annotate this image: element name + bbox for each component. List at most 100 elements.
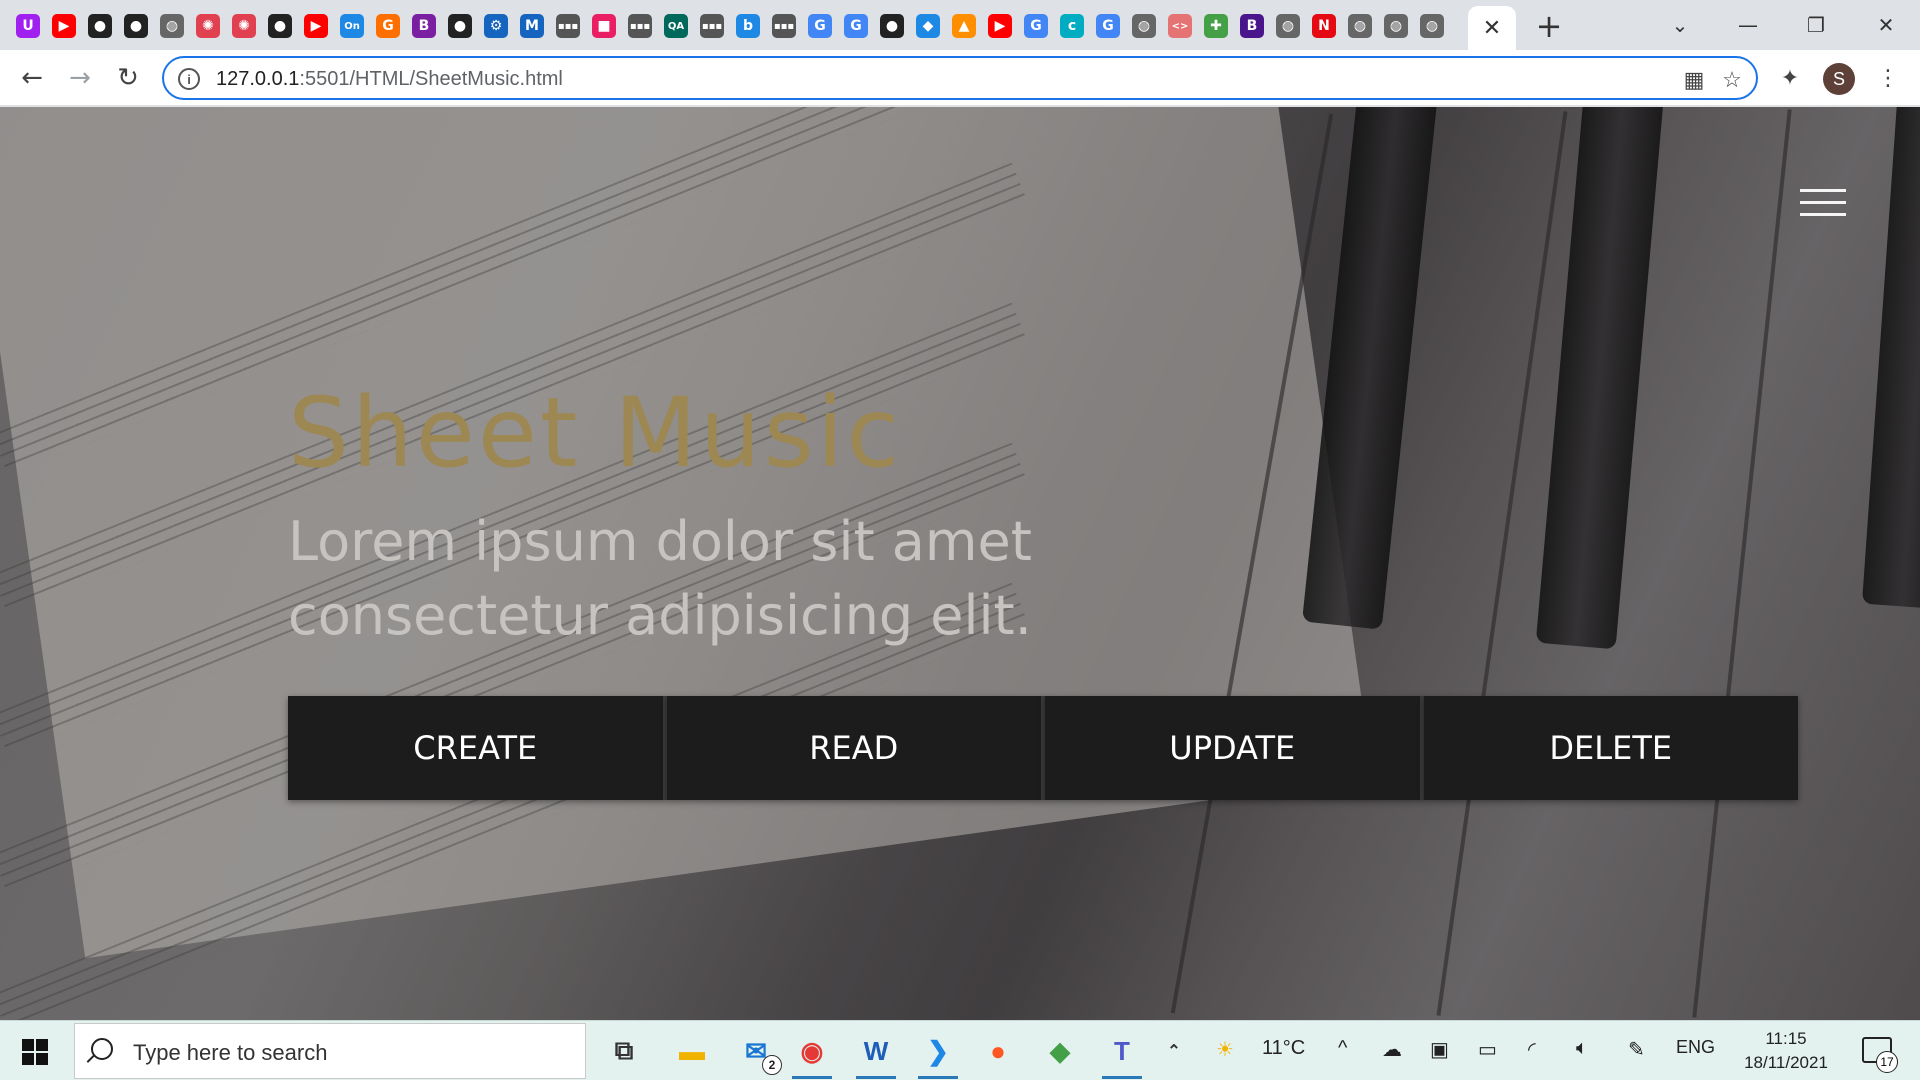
url-text[interactable]: 127.0.0.1:5501/HTML/SheetMusic.html xyxy=(216,68,563,91)
restore-button[interactable]: ❐ xyxy=(1796,8,1836,42)
grid-icon[interactable]: ▲ xyxy=(952,14,976,38)
ellipsis-icon[interactable]: ▪▪▪ xyxy=(772,14,796,38)
volume-icon[interactable]: 🔈︎ xyxy=(1576,1037,1588,1060)
piano-key-edge xyxy=(1692,109,1792,1018)
uipath-icon[interactable]: U xyxy=(16,14,40,38)
page-viewport: Sheet Music Lorem ipsum dolor sit amet c… xyxy=(0,107,1920,1020)
globe-icon[interactable]: ◍ xyxy=(1348,14,1372,38)
globe-icon[interactable]: ◍ xyxy=(1384,14,1408,38)
brave-icon[interactable]: ● xyxy=(974,1029,1022,1073)
new-tab-button[interactable]: + xyxy=(1532,7,1566,45)
bookmark-star-icon[interactable]: ☆ xyxy=(1718,66,1746,94)
github-icon[interactable]: ● xyxy=(448,14,472,38)
page-title: Sheet Music xyxy=(288,377,903,489)
netflix-icon[interactable]: N xyxy=(1312,14,1336,38)
apps-icon[interactable]: ✚ xyxy=(1204,14,1228,38)
search-icon xyxy=(91,1038,113,1060)
menu-kebab-icon[interactable]: ⋮ xyxy=(1872,62,1904,94)
mail-badge: 2 xyxy=(762,1055,782,1075)
back-button[interactable]: ← xyxy=(16,62,48,94)
weather-icon[interactable]: ☀ xyxy=(1216,1037,1234,1062)
ellipsis-icon[interactable]: ▪▪▪ xyxy=(556,14,580,38)
on-icon[interactable]: On xyxy=(340,14,364,38)
piano-key-black xyxy=(1301,107,1439,630)
globe-icon[interactable]: ◍ xyxy=(160,14,184,38)
close-window-button[interactable]: ✕ xyxy=(1866,8,1906,42)
openai-icon[interactable]: ✺ xyxy=(196,14,220,38)
youtube-icon[interactable]: ▶ xyxy=(52,14,76,38)
diamond-icon[interactable]: ◆ xyxy=(916,14,940,38)
mail-icon[interactable]: ✉ 2 xyxy=(732,1029,782,1075)
github-icon[interactable]: ● xyxy=(124,14,148,38)
taskbar-search-box[interactable]: Type here to search xyxy=(74,1023,586,1079)
show-more-icon[interactable]: ⌃ xyxy=(1150,1029,1198,1073)
battery-icon[interactable]: ▭ xyxy=(1478,1037,1497,1062)
globe-icon[interactable]: ◍ xyxy=(1420,14,1444,38)
piano-key-black xyxy=(1861,107,1920,610)
wifi-icon[interactable]: ◜ xyxy=(1528,1037,1536,1062)
close-tab-icon[interactable]: ✕ xyxy=(1483,15,1501,41)
meet-now-icon[interactable]: ▣ xyxy=(1430,1037,1449,1062)
ellipsis-icon[interactable]: ▪▪▪ xyxy=(628,14,652,38)
address-bar[interactable]: i 127.0.0.1:5501/HTML/SheetMusic.html ▦ … xyxy=(162,56,1758,100)
word-icon[interactable]: W xyxy=(852,1029,900,1079)
globe-icon[interactable]: ◍ xyxy=(1276,14,1300,38)
task-view-icon[interactable]: ⧉ xyxy=(600,1029,648,1073)
github-icon[interactable]: ● xyxy=(268,14,292,38)
github-icon[interactable]: ● xyxy=(880,14,904,38)
g-orange-icon[interactable]: G xyxy=(376,14,400,38)
reload-button[interactable]: ↻ xyxy=(112,62,144,94)
github-icon[interactable]: ● xyxy=(88,14,112,38)
extensions-icon[interactable]: ✦ xyxy=(1774,62,1806,94)
hamburger-line xyxy=(1800,213,1846,216)
forward-button[interactable]: → xyxy=(64,62,96,94)
code-icon[interactable]: <> xyxy=(1168,14,1192,38)
clock-time: 11:15 xyxy=(1765,1029,1807,1048)
b-dark-icon[interactable]: B xyxy=(1240,14,1264,38)
create-button[interactable]: CREATE xyxy=(288,696,667,800)
pen-icon[interactable]: ✎ xyxy=(1628,1037,1645,1062)
language-indicator[interactable]: ENG xyxy=(1676,1037,1715,1058)
mdn-icon[interactable]: M xyxy=(520,14,544,38)
file-explorer-icon[interactable]: ▬ xyxy=(668,1029,716,1073)
pink-square-icon[interactable]: ■ xyxy=(592,14,616,38)
page-subtitle: Lorem ipsum dolor sit amet consectetur a… xyxy=(288,510,1032,647)
clock-date: 18/11/2021 xyxy=(1744,1053,1828,1072)
c-icon[interactable]: c xyxy=(1060,14,1084,38)
bing-icon[interactable]: b xyxy=(736,14,760,38)
google-icon[interactable]: G xyxy=(808,14,832,38)
active-tab[interactable]: ✕ xyxy=(1468,6,1516,50)
windows-start-icon[interactable] xyxy=(22,1039,48,1065)
onedrive-icon[interactable]: ☁ xyxy=(1382,1037,1402,1062)
google-icon[interactable]: G xyxy=(1024,14,1048,38)
globe-icon[interactable]: ◍ xyxy=(1132,14,1156,38)
qa-icon[interactable]: QA xyxy=(664,14,688,38)
openai-icon[interactable]: ✺ xyxy=(232,14,256,38)
b-purple-icon[interactable]: B xyxy=(412,14,436,38)
teams-icon[interactable]: T xyxy=(1098,1029,1146,1079)
youtube-icon[interactable]: ▶ xyxy=(304,14,328,38)
update-button[interactable]: UPDATE xyxy=(1045,696,1424,800)
weather-temperature[interactable]: 11°C xyxy=(1262,1037,1305,1060)
chrome-icon[interactable]: ◉ xyxy=(788,1029,836,1079)
qr-code-icon[interactable]: ▦ xyxy=(1680,66,1708,94)
google-icon[interactable]: G xyxy=(844,14,868,38)
gear-icon[interactable]: ⚙ xyxy=(484,14,508,38)
youtube-icon[interactable]: ▶ xyxy=(988,14,1012,38)
hamburger-menu-icon[interactable] xyxy=(1800,189,1846,219)
notification-badge: 17 xyxy=(1876,1051,1898,1073)
tray-expand-icon[interactable]: ^ xyxy=(1338,1037,1347,1060)
google-icon[interactable]: G xyxy=(1096,14,1120,38)
minimize-button[interactable]: — xyxy=(1728,8,1768,42)
taskbar-clock[interactable]: 11:15 18/11/2021 xyxy=(1724,1027,1848,1075)
vscode-icon[interactable]: ❯ xyxy=(914,1029,962,1079)
photos-icon[interactable]: ◆ xyxy=(1036,1029,1084,1073)
browser-toolbar: ← → ↻ i 127.0.0.1:5501/HTML/SheetMusic.h… xyxy=(0,50,1920,106)
crud-button-group: CREATE READ UPDATE DELETE xyxy=(288,696,1798,800)
ellipsis-icon[interactable]: ▪▪▪ xyxy=(700,14,724,38)
site-info-icon[interactable]: i xyxy=(178,68,200,90)
tab-search-icon[interactable]: ⌄ xyxy=(1660,8,1700,42)
delete-button[interactable]: DELETE xyxy=(1423,696,1798,800)
read-button[interactable]: READ xyxy=(666,696,1045,800)
profile-avatar[interactable]: S xyxy=(1823,63,1855,95)
